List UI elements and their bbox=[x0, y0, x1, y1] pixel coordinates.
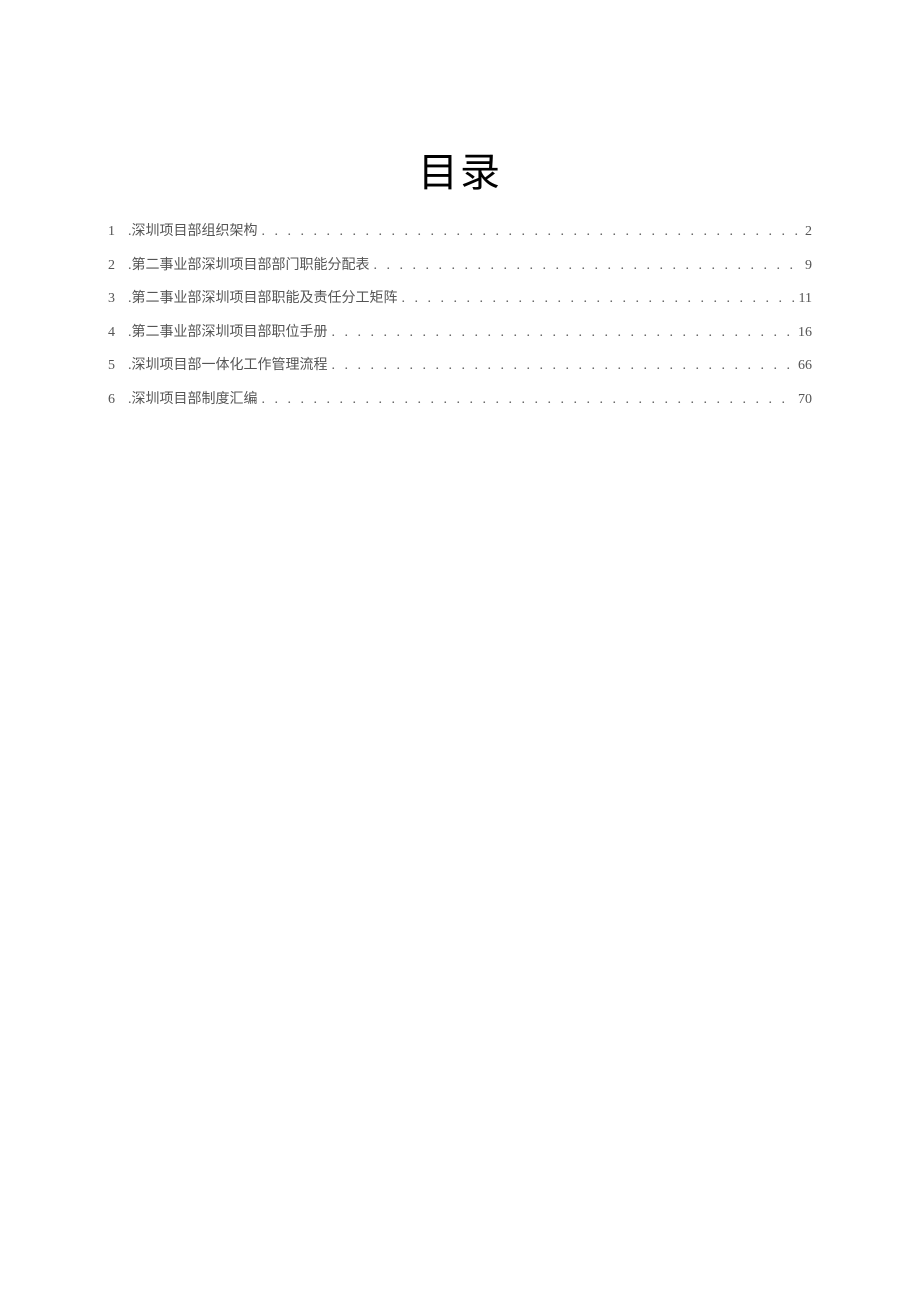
toc-entry-label: .第二事业部深圳项目部职能及责任分工矩阵 bbox=[128, 289, 398, 309]
toc-entry-page: 70 bbox=[798, 390, 812, 410]
toc-entry: 4 .第二事业部深圳项目部职位手册 16 bbox=[108, 323, 812, 343]
toc-leader-dots bbox=[374, 256, 802, 276]
toc-entry-page: 11 bbox=[799, 289, 812, 309]
toc-entry-label: .深圳项目部制度汇编 bbox=[128, 390, 258, 410]
toc-entry-number: 3 bbox=[108, 289, 128, 309]
toc-entry: 1 .深圳项目部组织架构 2 bbox=[108, 222, 812, 242]
toc-leader-dots bbox=[402, 289, 795, 309]
toc-entry-label: .深圳项目部组织架构 bbox=[128, 222, 258, 242]
toc-leader-dots bbox=[332, 356, 795, 376]
document-page: 目录 1 .深圳项目部组织架构 2 2 .第二事业部深圳项目部部门职能分配表 9… bbox=[0, 0, 920, 410]
toc-entry-page: 9 bbox=[805, 256, 812, 276]
toc-entry-number: 2 bbox=[108, 256, 128, 276]
toc-entry: 2 .第二事业部深圳项目部部门职能分配表 9 bbox=[108, 256, 812, 276]
toc-entry-number: 4 bbox=[108, 323, 128, 343]
toc-entry-label: .第二事业部深圳项目部职位手册 bbox=[128, 323, 328, 343]
toc-entry-page: 2 bbox=[805, 222, 812, 242]
toc-entry-page: 16 bbox=[798, 323, 812, 343]
toc-leader-dots bbox=[332, 323, 795, 343]
toc-entry-label: .深圳项目部一体化工作管理流程 bbox=[128, 356, 328, 376]
toc-entry-page: 66 bbox=[798, 356, 812, 376]
toc-entry-number: 1 bbox=[108, 222, 128, 242]
toc-entry: 6 .深圳项目部制度汇编 70 bbox=[108, 390, 812, 410]
toc-entry-number: 6 bbox=[108, 390, 128, 410]
toc-entry: 5 .深圳项目部一体化工作管理流程 66 bbox=[108, 356, 812, 376]
table-of-contents: 1 .深圳项目部组织架构 2 2 .第二事业部深圳项目部部门职能分配表 9 3 … bbox=[108, 222, 812, 410]
toc-entry: 3 .第二事业部深圳项目部职能及责任分工矩阵 11 bbox=[108, 289, 812, 309]
toc-leader-dots bbox=[262, 390, 795, 410]
toc-leader-dots bbox=[262, 222, 802, 242]
toc-entry-number: 5 bbox=[108, 356, 128, 376]
toc-entry-label: .第二事业部深圳项目部部门职能分配表 bbox=[128, 256, 370, 276]
page-title: 目录 bbox=[108, 140, 812, 198]
